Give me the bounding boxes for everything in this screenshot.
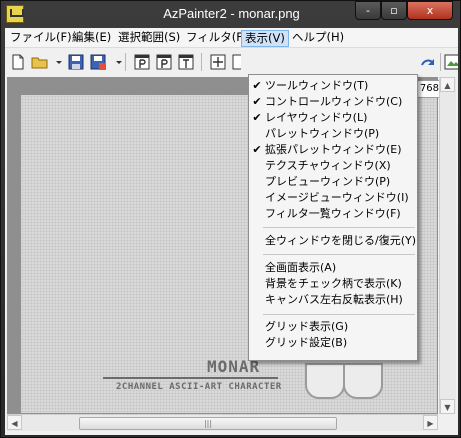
menu-item-label: パレットウィンドウ(P) [265, 127, 380, 140]
menu-item-checker-background[interactable]: 背景をチェック柄で表示(K) [249, 276, 417, 292]
menu-item-filter-list-window[interactable]: フィルタ一覧ウィンドウ(F) [249, 206, 417, 222]
title-bar[interactable]: AzPainter2 - monar.png - ▫ x [1, 1, 460, 28]
menu-separator [263, 254, 415, 255]
menu-item-label: フィルタ一覧ウィンドウ(F) [265, 207, 401, 220]
menu-item-label: 全画面表示(A) [265, 261, 337, 274]
scroll-up-button[interactable]: ▲ [440, 77, 455, 92]
text-tool-t-icon[interactable] [177, 53, 195, 71]
save-as-icon[interactable] [89, 53, 107, 71]
select-icon[interactable] [231, 53, 241, 71]
redo-icon[interactable] [419, 53, 437, 71]
menu-selection[interactable]: 選択範囲(S) [115, 30, 183, 47]
menu-item-label: キャンバス左右反転表示(H) [265, 293, 403, 306]
menu-item-layer-window[interactable]: ✔ レイヤウィンドウ(L) [249, 110, 417, 126]
menu-item-palette-window[interactable]: パレットウィンドウ(P) [249, 126, 417, 142]
character-foot-left [305, 363, 345, 399]
toolbar-separator [440, 53, 441, 71]
toolbar-separator [201, 53, 202, 71]
menu-item-label: イメージビューウィンドウ(I) [265, 191, 409, 204]
dropdown-icon[interactable] [50, 53, 62, 71]
save-icon[interactable] [67, 53, 85, 71]
text-tool-p-icon[interactable] [133, 53, 151, 71]
menu-item-label: 全ウィンドウを閉じる/復元(Y) [265, 234, 417, 247]
application-window: AzPainter2 - monar.png - ▫ x ファイル(F) 編集(… [0, 0, 461, 438]
menu-separator [263, 314, 415, 315]
open-folder-icon[interactable] [31, 53, 49, 71]
move-icon[interactable] [209, 53, 227, 71]
menu-item-control-window[interactable]: ✔ コントロールウィンドウ(C) [249, 94, 417, 110]
menu-bar: ファイル(F) 編集(E) 選択範囲(S) フィルタ(F) 表示(V) ヘルプ(… [5, 28, 458, 48]
minimize-button[interactable]: - [355, 1, 381, 20]
character-foot-right [343, 363, 383, 399]
menu-item-image-view-window[interactable]: イメージビューウィンドウ(I) [249, 190, 417, 206]
menu-item-close-restore-all[interactable]: 全ウィンドウを閉じる/復元(Y) [249, 233, 417, 249]
menu-item-grid-settings[interactable]: グリッド設定(B) [249, 335, 417, 351]
view-menu-dropdown: ✔ ツールウィンドウ(T) ✔ コントロールウィンドウ(C) ✔ レイヤウィンド… [248, 74, 418, 361]
menu-separator [263, 227, 415, 228]
menu-edit[interactable]: 編集(E) [69, 30, 114, 47]
text-tool-p2-icon[interactable] [155, 53, 173, 71]
menu-item-fullscreen[interactable]: 全画面表示(A) [249, 260, 417, 276]
menu-item-label: グリッド設定(B) [265, 336, 348, 349]
menu-item-ext-palette-window[interactable]: ✔ 拡張パレットウィンドウ(E) [249, 142, 417, 158]
menu-item-label: 背景をチェック柄で表示(K) [265, 277, 402, 290]
scroll-left-button[interactable]: ◀ [7, 415, 22, 430]
toolbar [5, 48, 458, 76]
horizontal-scroll-thumb[interactable]: ||| [79, 417, 337, 430]
horizontal-scrollbar[interactable]: ◀ ||| ▶ [7, 414, 438, 431]
menu-item-show-grid[interactable]: グリッド表示(G) [249, 319, 417, 335]
menu-file[interactable]: ファイル(F) [7, 30, 75, 47]
checkmark-icon: ✔ [252, 95, 262, 108]
canvas-art-subtitle: 2CHANNEL ASCII-ART CHARACTER [116, 382, 282, 392]
canvas-art-underline [103, 377, 278, 379]
menu-item-label: 拡張パレットウィンドウ(E) [265, 143, 402, 156]
menu-item-label: テクスチャウィンドウ(X) [265, 159, 391, 172]
menu-item-label: グリッド表示(G) [265, 320, 349, 333]
checkmark-icon: ✔ [252, 143, 262, 156]
dropdown-icon[interactable] [110, 53, 122, 71]
menu-item-label: コントロールウィンドウ(C) [265, 95, 403, 108]
client-area: ファイル(F) 編集(E) 選択範囲(S) フィルタ(F) 表示(V) ヘルプ(… [5, 28, 458, 435]
scroll-right-button[interactable]: ▶ [423, 415, 438, 430]
menu-help[interactable]: ヘルプ(H) [289, 30, 347, 47]
new-file-icon[interactable] [9, 53, 27, 71]
menu-item-label: プレビューウィンドウ(P) [265, 175, 391, 188]
menu-item-flip-canvas[interactable]: キャンバス左右反転表示(H) [249, 292, 417, 308]
menu-item-texture-window[interactable]: テクスチャウィンドウ(X) [249, 158, 417, 174]
scrollbar-corner [439, 414, 456, 431]
scroll-down-button[interactable]: ▼ [440, 399, 455, 414]
checkmark-icon: ✔ [252, 111, 262, 124]
maximize-button[interactable]: ▫ [381, 1, 407, 20]
menu-item-preview-window[interactable]: プレビューウィンドウ(P) [249, 174, 417, 190]
vertical-scrollbar[interactable]: ▲ ▼ [439, 77, 456, 414]
close-button[interactable]: x [407, 1, 453, 20]
toolbar-separator [125, 53, 126, 71]
menu-item-label: レイヤウィンドウ(L) [265, 111, 368, 124]
menu-item-tool-window[interactable]: ✔ ツールウィンドウ(T) [249, 78, 417, 94]
checkmark-icon: ✔ [252, 79, 262, 92]
menu-item-label: ツールウィンドウ(T) [265, 79, 369, 92]
image-icon[interactable] [444, 53, 458, 71]
menu-view[interactable]: 表示(V) [241, 30, 289, 47]
